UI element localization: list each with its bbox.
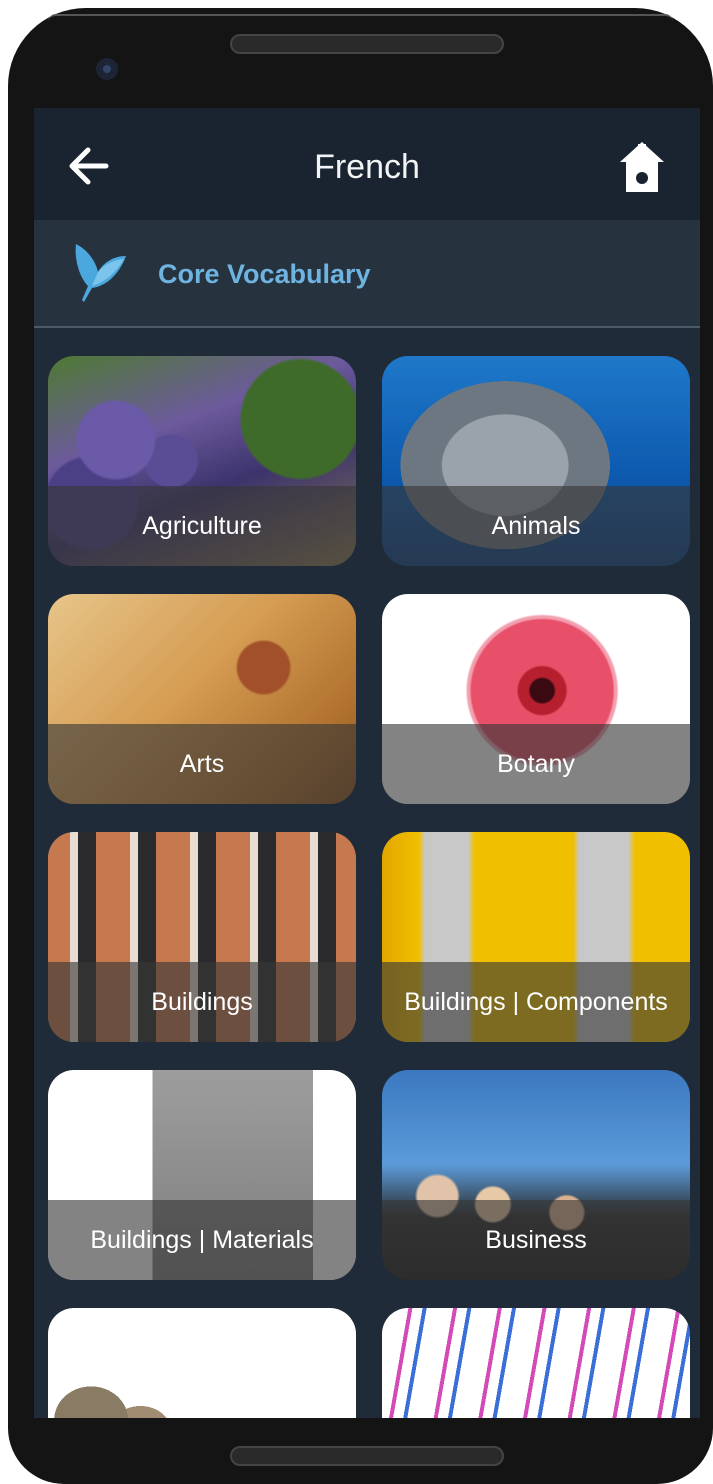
app-screen: French Core Vocabulary Agriculture Anima…: [34, 108, 700, 1418]
home-button[interactable]: [618, 140, 666, 194]
bird-logo-icon: [75, 244, 126, 302]
phone-frame: French Core Vocabulary Agriculture Anima…: [8, 8, 713, 1484]
section-title: Core Vocabulary: [158, 259, 371, 289]
back-button[interactable]: [66, 144, 114, 188]
category-card-buildings-materials[interactable]: Buildings | Materials: [48, 1070, 356, 1280]
category-card-botany[interactable]: Botany: [382, 594, 690, 804]
category-label: Buildings | Materials: [48, 1200, 356, 1280]
category-card-agriculture[interactable]: Agriculture: [48, 356, 356, 566]
bottom-speaker: [230, 1446, 504, 1466]
category-card-buildings-components[interactable]: Buildings | Components: [382, 832, 690, 1042]
arrow-left-icon: [69, 147, 109, 185]
category-card-arts[interactable]: Arts: [48, 594, 356, 804]
category-label: Arts: [48, 724, 356, 804]
category-label: Agriculture: [48, 486, 356, 566]
category-label: Buildings | Components: [382, 962, 690, 1042]
category-card-business[interactable]: Business: [382, 1070, 690, 1280]
category-card-finance[interactable]: [48, 1308, 356, 1418]
home-icon: [620, 142, 664, 192]
category-card-animals[interactable]: Animals: [382, 356, 690, 566]
front-camera: [96, 58, 118, 80]
category-label: Business: [382, 1200, 690, 1280]
category-label: Animals: [382, 486, 690, 566]
page-title: French: [314, 148, 420, 186]
phone-edge: [48, 14, 673, 22]
category-label: Botany: [382, 724, 690, 804]
category-label: Buildings: [48, 962, 356, 1042]
category-card-buildings[interactable]: Buildings: [48, 832, 356, 1042]
category-card-celebrations[interactable]: [382, 1308, 690, 1418]
top-app-bar: French: [34, 108, 700, 220]
section-header: Core Vocabulary: [34, 220, 700, 328]
earpiece-speaker: [230, 34, 504, 54]
